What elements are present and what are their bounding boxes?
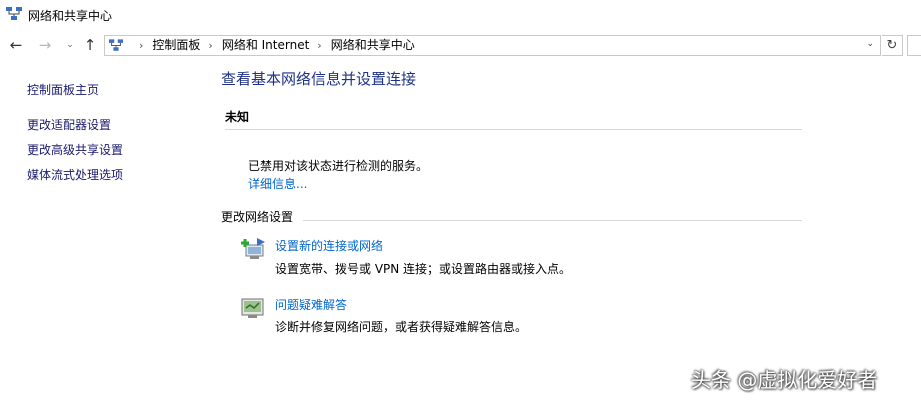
breadcrumb: › 控制面板 › 网络和 Internet › 网络和共享中心 [131,36,415,55]
chevron-right-icon[interactable]: › [317,36,321,55]
forward-arrow-icon[interactable]: → [37,37,53,53]
status-message: 已禁用对该状态进行检测的服务。 [248,159,429,173]
sidebar-item-media-streaming[interactable]: 媒体流式处理选项 [27,166,123,183]
network-center-icon [6,7,22,20]
network-center-icon [109,39,123,51]
breadcrumb-control-panel[interactable]: 控制面板 [152,38,200,52]
breadcrumb-network-sharing-center[interactable]: 网络和共享中心 [331,38,415,52]
section-title: 更改网络设置 [221,210,294,224]
back-arrow-icon[interactable]: ← [8,37,24,53]
refresh-icon[interactable]: ↻ [882,35,903,56]
sidebar-item-control-panel-home[interactable]: 控制面板主页 [27,81,99,98]
up-arrow-icon[interactable]: ↑ [82,37,98,53]
task-description: 设置宽带、拨号或 VPN 连接；或设置路由器或接入点。 [275,262,572,276]
divider [303,220,802,221]
window-title: 网络和共享中心 [28,9,113,23]
watermark: 头条 @虚拟化爱好者 [691,368,878,392]
divider [225,129,802,130]
task-description: 诊断并修复网络问题，或者获得疑难解答信息。 [275,320,528,334]
chevron-right-icon[interactable]: › [139,36,143,55]
breadcrumb-network-internet[interactable]: 网络和 Internet [222,38,309,52]
chevron-right-icon[interactable]: › [208,36,212,55]
sidebar-item-adapter-settings[interactable]: 更改适配器设置 [27,116,111,133]
troubleshoot-problems-link[interactable]: 问题疑难解答 [275,296,347,313]
address-dropdown-icon[interactable]: ⌄ [866,39,874,49]
network-name: 未知 [225,110,250,124]
title-bar: 网络和共享中心 [0,0,921,30]
address-bar[interactable]: › 控制面板 › 网络和 Internet › 网络和共享中心 ⌄ [104,35,881,56]
navigation-bar: ← → ⌄ ↑ › 控制面板 › 网络和 Internet › 网络和共享中心 ⌄ ↻ [0,33,921,59]
page-title: 查看基本网络信息并设置连接 [221,70,417,88]
sidebar-item-advanced-sharing[interactable]: 更改高级共享设置 [27,141,123,158]
troubleshoot-icon [241,298,264,318]
details-link[interactable]: 详细信息... [248,175,307,192]
search-input[interactable] [907,35,921,56]
recent-locations-chevron-icon[interactable]: ⌄ [62,37,78,53]
new-connection-icon [241,238,265,259]
setup-new-connection-link[interactable]: 设置新的连接或网络 [275,237,383,254]
